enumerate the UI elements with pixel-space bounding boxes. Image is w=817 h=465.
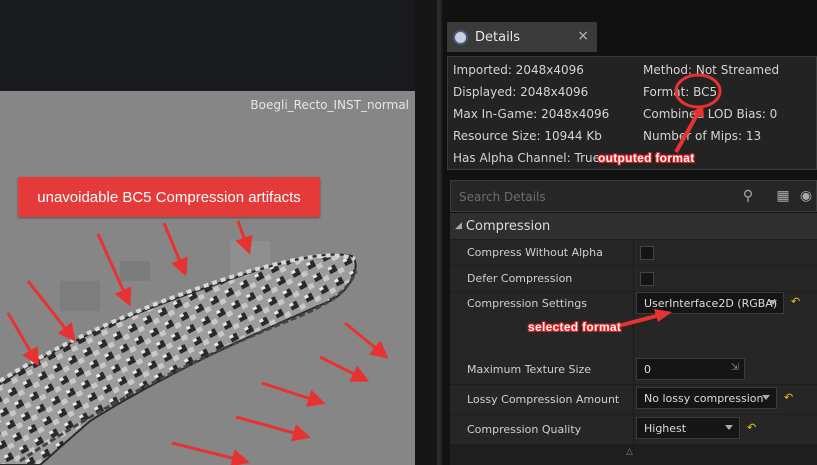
details-annotations [613,73,722,329]
selected-format-callout: selected format [528,320,622,334]
outputted-format-callout: outputed format [598,151,695,165]
arrow [674,112,700,153]
format-highlight-circle [674,73,722,109]
arrow-head [654,309,672,322]
